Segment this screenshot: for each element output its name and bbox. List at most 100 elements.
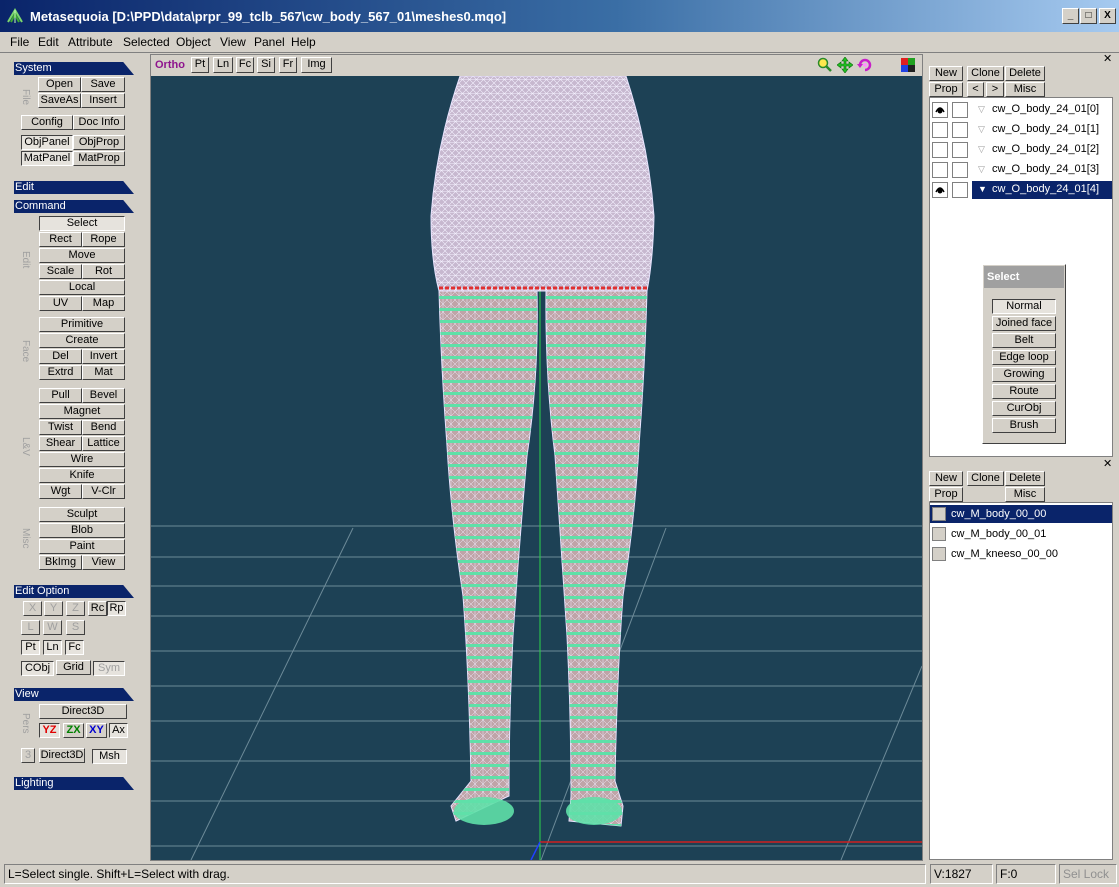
primitive-button[interactable]: Primitive (39, 317, 125, 332)
select-route-button[interactable]: Route (992, 384, 1056, 399)
fr-toggle[interactable]: Fr (279, 57, 297, 73)
magnet-button[interactable]: Magnet (39, 404, 125, 419)
local-button[interactable]: Local (39, 280, 125, 295)
obj-prop-button[interactable]: Prop (929, 82, 963, 97)
matpanel-close-icon[interactable]: ✕ (1103, 459, 1112, 470)
objpanel-close-icon[interactable]: ✕ (1103, 54, 1112, 65)
menu-view[interactable]: View (220, 35, 246, 49)
lock-box[interactable] (952, 142, 968, 158)
select-button[interactable]: Select (39, 216, 125, 231)
move-button[interactable]: Move (39, 248, 125, 263)
object-row[interactable]: ▽ cw_O_body_24_01[3] (930, 161, 1112, 179)
select-joinedface-button[interactable]: Joined face (992, 316, 1056, 331)
ortho-label[interactable]: Ortho (155, 59, 185, 71)
select-belt-button[interactable]: Belt (992, 333, 1056, 348)
rotate-view-icon[interactable] (857, 57, 873, 73)
view3-button[interactable]: 3 (21, 748, 35, 763)
knife-button[interactable]: Knife (39, 468, 125, 483)
lattice-button[interactable]: Lattice (82, 436, 125, 451)
close-button[interactable]: X (1099, 8, 1116, 24)
material-row-selected[interactable]: cw_M_body_00_00 (930, 505, 1112, 523)
object-row[interactable]: ▽ cw_O_body_24_01[2] (930, 141, 1112, 159)
maximize-button[interactable]: □ (1080, 8, 1097, 24)
extrd-button[interactable]: Extrd (39, 365, 82, 380)
view-button[interactable]: View (82, 555, 125, 570)
insert-button[interactable]: Insert (81, 93, 125, 108)
lock-box[interactable] (952, 162, 968, 178)
obj-prev-button[interactable]: < (967, 82, 984, 97)
edit-header[interactable]: Edit (14, 181, 134, 194)
mat-button[interactable]: Mat (82, 365, 125, 380)
object-row[interactable]: ▽ cw_O_body_24_01[1] (930, 121, 1112, 139)
twist-button[interactable]: Twist (39, 420, 82, 435)
saveas-button[interactable]: SaveAs (38, 93, 81, 108)
create-button[interactable]: Create (39, 333, 125, 348)
lock-box[interactable] (952, 122, 968, 138)
ln-toggle[interactable]: Ln (213, 57, 233, 73)
docinfo-button[interactable]: Doc Info (73, 115, 125, 130)
lock-y-button[interactable]: Y (44, 601, 63, 616)
zx-view-button[interactable]: ZX (63, 723, 84, 738)
wgt-button[interactable]: Wgt (39, 484, 82, 499)
img-toggle[interactable]: Img (301, 57, 332, 73)
shear-button[interactable]: Shear (39, 436, 82, 451)
sym-button[interactable]: Sym (93, 661, 125, 676)
l-button[interactable]: L (21, 620, 40, 635)
cobj-button[interactable]: CObj (21, 661, 54, 676)
rope-button[interactable]: Rope (82, 232, 125, 247)
menu-help[interactable]: Help (291, 35, 316, 49)
obj-clone-button[interactable]: Clone (967, 66, 1004, 81)
menu-attribute[interactable]: Attribute (68, 35, 113, 49)
msh-button[interactable]: Msh (92, 749, 127, 764)
mat-clone-button[interactable]: Clone (967, 471, 1004, 486)
select-curobj-button[interactable]: CurObj (992, 401, 1056, 416)
bkimg-button[interactable]: BkImg (39, 555, 82, 570)
pt-option-button[interactable]: Pt (21, 640, 40, 655)
bevel-button[interactable]: Bevel (82, 388, 125, 403)
mat-new-button[interactable]: New (929, 471, 963, 486)
menu-file[interactable]: File (10, 35, 29, 49)
lock-x-button[interactable]: X (23, 601, 42, 616)
fc-toggle[interactable]: Fc (236, 57, 254, 73)
save-button[interactable]: Save (81, 77, 125, 92)
vclr-button[interactable]: V-Clr (82, 484, 125, 499)
lock-box[interactable] (952, 102, 968, 118)
select-growing-button[interactable]: Growing (992, 367, 1056, 382)
ln-option-button[interactable]: Ln (43, 640, 62, 655)
minimize-button[interactable]: _ (1062, 8, 1079, 24)
sculpt-button[interactable]: Sculpt (39, 507, 125, 522)
visibility-eye-icon[interactable] (932, 182, 948, 198)
blob-button[interactable]: Blob (39, 523, 125, 538)
color-icon[interactable] (900, 57, 916, 73)
grid-button[interactable]: Grid (56, 660, 91, 675)
objpanel-button[interactable]: ObjPanel (21, 135, 73, 150)
select-edgeloop-button[interactable]: Edge loop (992, 350, 1056, 365)
object-row-selected[interactable]: ▼ cw_O_body_24_01[4] (930, 181, 1112, 199)
wire-button[interactable]: Wire (39, 452, 125, 467)
menu-selected[interactable]: Selected (123, 35, 170, 49)
ax-button[interactable]: Ax (109, 723, 128, 738)
zoom-icon[interactable] (817, 57, 833, 73)
menu-edit[interactable]: Edit (38, 35, 59, 49)
fc-option-button[interactable]: Fc (65, 640, 84, 655)
view-header[interactable]: View (14, 688, 134, 701)
menu-panel[interactable]: Panel (254, 35, 285, 49)
system-header[interactable]: System (14, 62, 134, 75)
obj-new-button[interactable]: New (929, 66, 963, 81)
si-toggle[interactable]: Si (257, 57, 275, 73)
lighting-header[interactable]: Lighting (14, 777, 134, 790)
del-button[interactable]: Del (39, 349, 82, 364)
direct3d-small-button[interactable]: Direct3D (39, 748, 85, 763)
visibility-box[interactable] (932, 142, 948, 158)
obj-next-button[interactable]: > (986, 82, 1004, 97)
visibility-box[interactable] (932, 162, 948, 178)
sel-lock[interactable]: Sel Lock (1059, 864, 1117, 884)
viewport[interactable]: Ortho Pt Ln Fc Si Fr Img (150, 54, 923, 861)
command-header[interactable]: Command (14, 200, 134, 213)
bend-button[interactable]: Bend (82, 420, 125, 435)
material-row[interactable]: cw_M_body_00_01 (930, 525, 1112, 543)
rc-button[interactable]: Rc (88, 601, 107, 616)
xy-view-button[interactable]: XY (86, 723, 107, 738)
paint-button[interactable]: Paint (39, 539, 125, 554)
pt-toggle[interactable]: Pt (191, 57, 209, 73)
